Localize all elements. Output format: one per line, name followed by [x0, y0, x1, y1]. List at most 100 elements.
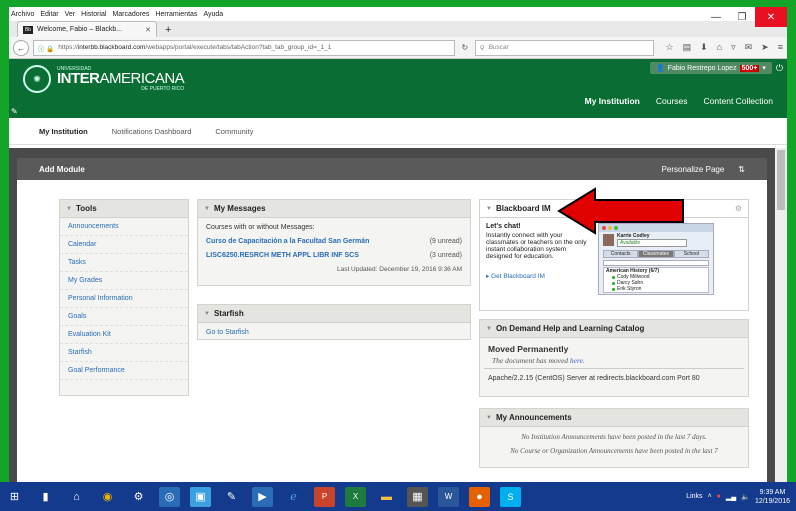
chevron-down-icon: ▾: [762, 65, 766, 72]
gear-icon[interactable]: ⚙: [735, 204, 742, 213]
windows-taskbar: ⊞ ▮ ⌂ ◉ ⚙ ◎ ▣ ✎ ▶ ℯ P X ▬ ▦ W ● S Links …: [0, 482, 796, 511]
network-icon[interactable]: ▂▄: [726, 493, 736, 501]
module-title: My Messages: [213, 204, 266, 213]
collapse-triangle-icon[interactable]: ▼: [204, 311, 210, 317]
add-module-button[interactable]: Add Module: [39, 165, 85, 174]
module-header[interactable]: ▼ My Announcements: [480, 409, 748, 427]
user-button[interactable]: 👤 Fabio Restrepo Lopez 500+ ▾: [649, 62, 772, 74]
pencil-icon[interactable]: ✎: [11, 107, 18, 116]
video-icon[interactable]: ▶: [252, 486, 273, 507]
home-icon[interactable]: ⌂: [66, 487, 87, 507]
get-blackboard-im-link[interactable]: ▸ Get Blackboard IM: [486, 272, 594, 280]
hamburger-menu-icon[interactable]: ≡: [778, 42, 783, 53]
reload-icon[interactable]: ↻: [459, 43, 471, 52]
edge-icon[interactable]: ℯ: [283, 487, 304, 507]
go-to-starfish-link[interactable]: Go to Starfish: [198, 323, 470, 342]
tab-content-collection[interactable]: Content Collection: [704, 96, 773, 106]
tools-app-icon[interactable]: ⚙: [128, 487, 149, 507]
calculator-icon[interactable]: ▦: [407, 486, 428, 507]
pocket-icon[interactable]: ▿: [731, 42, 736, 53]
subtab-my-institution[interactable]: My Institution: [39, 127, 88, 136]
excel-icon[interactable]: X: [345, 486, 366, 507]
photos-icon[interactable]: ▣: [190, 486, 211, 507]
tool-link-starfish[interactable]: Starfish: [60, 344, 188, 362]
skype-icon[interactable]: S: [500, 486, 521, 507]
personalize-page-button[interactable]: Personalize Page: [662, 165, 725, 174]
collapse-triangle-icon[interactable]: ▼: [66, 206, 72, 212]
message-row: Curso de Capacitación a la Facultad San …: [206, 238, 462, 245]
tool-link-announcements[interactable]: Announcements: [60, 218, 188, 236]
module-header[interactable]: ▼ My Messages: [198, 200, 470, 218]
mail-icon[interactable]: ✉: [745, 42, 753, 53]
module-header[interactable]: ▼ On Demand Help and Learning Catalog: [480, 320, 748, 338]
bookmark-star-icon[interactable]: ☆: [666, 42, 674, 53]
window-controls: — ❐ ✕: [703, 7, 787, 35]
menu-historial[interactable]: Historial: [81, 11, 106, 18]
get-link-text: Get Blackboard IM: [491, 273, 545, 280]
minimize-icon[interactable]: —: [703, 7, 729, 27]
menu-herramientas[interactable]: Herramientas: [155, 11, 197, 18]
tool-link-goals[interactable]: Goals: [60, 308, 188, 326]
module-header[interactable]: ▼ Tools: [60, 200, 188, 218]
menu-ayuda[interactable]: Ayuda: [203, 11, 223, 18]
chrome-icon[interactable]: ◉: [97, 487, 118, 507]
subtab-notifications-dashboard[interactable]: Notifications Dashboard: [112, 127, 192, 136]
here-link[interactable]: here: [570, 356, 583, 365]
course-link[interactable]: LISC6250.RESRCH METH APPL LIBR INF SCS: [206, 252, 359, 259]
url-bar[interactable]: ⓘ 🔒 https://interbb.blackboard.com/webap…: [32, 39, 455, 56]
clock[interactable]: 9:39 AM 12/19/2016: [755, 488, 790, 506]
scrollbar-thumb[interactable]: [777, 150, 785, 210]
download-icon[interactable]: ⬇: [700, 42, 708, 53]
collapse-triangle-icon[interactable]: ▼: [204, 206, 210, 212]
menu-ver[interactable]: Ver: [65, 11, 76, 18]
collapse-triangle-icon[interactable]: ▼: [486, 415, 492, 421]
word-icon[interactable]: W: [438, 486, 459, 507]
tab-courses[interactable]: Courses: [656, 96, 688, 106]
tab-my-institution[interactable]: My Institution: [585, 96, 640, 106]
pen-icon[interactable]: ✎: [221, 487, 242, 507]
tool-link-tasks[interactable]: Tasks: [60, 254, 188, 272]
university-logo[interactable]: ✺ UNIVERSIDAD INTERAMERICANA DE PUERTO R…: [23, 65, 185, 93]
maximize-icon[interactable]: ❐: [729, 7, 755, 27]
powerpoint-icon[interactable]: P: [314, 486, 335, 507]
tool-link-calendar[interactable]: Calendar: [60, 236, 188, 254]
module-header[interactable]: ▼ Starfish: [198, 305, 470, 323]
im-search-field: [603, 260, 709, 266]
menu-archivo[interactable]: Archivo: [11, 11, 34, 18]
app-circle-icon[interactable]: ◎: [159, 486, 180, 507]
links-label[interactable]: Links: [686, 493, 702, 500]
user-icon: 👤: [655, 65, 665, 72]
folder-icon[interactable]: ▬: [376, 487, 397, 507]
collapse-triangle-icon[interactable]: ▼: [486, 206, 492, 212]
antivirus-icon[interactable]: ●: [717, 493, 721, 500]
home-icon[interactable]: ⌂: [717, 42, 722, 53]
close-window-icon[interactable]: ✕: [755, 7, 787, 27]
course-link[interactable]: Curso de Capacitación a la Facultad San …: [206, 238, 369, 245]
page-scrollbar[interactable]: [775, 148, 787, 482]
tool-link-evaluation-kit[interactable]: Evaluation Kit: [60, 326, 188, 344]
url-path: /webapps/portal/execute/tabs/tabAction?t…: [145, 44, 332, 51]
tool-link-goal-performance[interactable]: Goal Performance: [60, 362, 188, 380]
new-tab-icon[interactable]: +: [165, 24, 171, 36]
file-icon[interactable]: ▮: [35, 487, 56, 507]
menu-marcadores[interactable]: Marcadores: [112, 11, 149, 18]
last-updated: Last Updated: December 19, 2016 9:36 AM: [336, 266, 462, 273]
avatar: [603, 234, 614, 246]
collapse-triangle-icon[interactable]: ▼: [486, 326, 492, 332]
close-tab-icon[interactable]: ✕: [145, 26, 151, 34]
send-icon[interactable]: ➤: [761, 42, 769, 53]
reorder-icon[interactable]: ⇅: [738, 165, 745, 174]
search-box[interactable]: ⚲ Buscar: [474, 39, 654, 56]
browser-tab[interactable]: Bb Welcome, Fabio – Blackb... ✕: [17, 21, 157, 37]
subtab-community[interactable]: Community: [215, 127, 253, 136]
power-icon[interactable]: ⏻: [776, 63, 783, 74]
back-arrow-icon[interactable]: ←: [13, 39, 29, 56]
tool-link-my-grades[interactable]: My Grades: [60, 272, 188, 290]
windows-start-icon[interactable]: ⊞: [4, 487, 25, 507]
tool-link-personal-information[interactable]: Personal Information: [60, 290, 188, 308]
reading-list-icon[interactable]: ▤: [683, 42, 692, 53]
chevron-up-icon[interactable]: ˄: [708, 493, 712, 500]
firefox-icon[interactable]: ●: [469, 486, 490, 507]
volume-icon[interactable]: 🔈: [741, 493, 750, 501]
menu-editar[interactable]: Editar: [40, 11, 58, 18]
